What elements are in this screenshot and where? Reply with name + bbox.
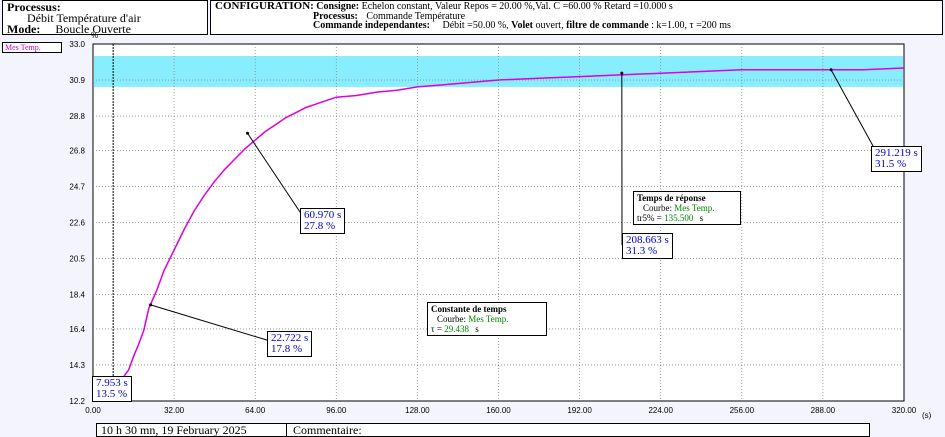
y-axis-label: % bbox=[91, 31, 98, 40]
annotation-point-1: 7.953 s 13.5 % bbox=[92, 376, 132, 402]
annotation-point-5: 291.219 s 31.5 % bbox=[871, 146, 922, 172]
x-tick-label: 192.00 bbox=[567, 406, 592, 415]
annotation-point bbox=[620, 71, 624, 75]
x-tick-label: 320.00 bbox=[892, 406, 917, 415]
annotation-point-3: 60.970 s 27.8 % bbox=[300, 208, 346, 234]
annotation-point bbox=[246, 131, 250, 135]
y-tick-label: 18.4 bbox=[69, 291, 85, 300]
response-time-title: Temps de réponse bbox=[637, 193, 706, 203]
y-tick-label: 22.6 bbox=[69, 219, 85, 228]
y-tick-label: 14.3 bbox=[69, 361, 85, 370]
y-tick-label: 26.8 bbox=[69, 146, 85, 155]
comment-box[interactable]: Commentaire: bbox=[286, 423, 870, 437]
annotation-value: 31.5 % bbox=[875, 158, 907, 170]
tr-unit: s bbox=[699, 213, 704, 223]
annotation-value: 31.3 % bbox=[626, 245, 658, 257]
comment-label: Commentaire: bbox=[293, 423, 362, 437]
annotation-point bbox=[149, 303, 153, 307]
tau-value: 29.438 bbox=[444, 324, 469, 334]
x-tick-label: 32.00 bbox=[164, 406, 185, 415]
courbe-value: Mes Temp. bbox=[674, 203, 715, 213]
tau-unit: s bbox=[475, 324, 479, 334]
x-tick-label: 64.00 bbox=[245, 406, 266, 415]
x-tick-label: 128.00 bbox=[405, 406, 430, 415]
response-time-box: Temps de réponse Courbe: Mes Temp. tr5% … bbox=[633, 191, 741, 225]
annotation-value: 17.8 % bbox=[271, 343, 303, 355]
y-tick-label: 24.7 bbox=[69, 182, 85, 191]
tau-label: τ = bbox=[431, 324, 442, 334]
annotation-point-2: 22.722 s 17.8 % bbox=[267, 331, 313, 357]
datetime-box: 10 h 30 mn, 19 February 2025 bbox=[96, 423, 288, 437]
time-constant-title: Constante de temps bbox=[431, 304, 507, 314]
time-constant-box: Constante de temps Courbe: Mes Temp. τ =… bbox=[427, 302, 547, 336]
x-tick-label: 224.00 bbox=[648, 406, 673, 415]
courbe-value: Mes Temp. bbox=[468, 314, 509, 324]
annotation-value: 13.5 % bbox=[96, 388, 128, 400]
chart-plot: 33.0 30.9 28.8 26.8 24.7 22.6 20.5 18.4 16.4 14.3… bbox=[69, 31, 932, 420]
datetime-text: 10 h 30 mn, 19 February 2025 bbox=[101, 423, 247, 437]
x-tick-label: 160.00 bbox=[486, 406, 511, 415]
y-tick-label: 28.8 bbox=[69, 112, 85, 121]
annotation-value: 27.8 % bbox=[304, 220, 336, 232]
x-tick-label: 96.00 bbox=[326, 406, 347, 415]
x-tick-label: 288.00 bbox=[811, 406, 836, 415]
courbe-label: Courbe: bbox=[437, 314, 466, 324]
annotation-point bbox=[829, 68, 833, 72]
tr-value: 135.500 bbox=[664, 213, 694, 223]
y-tick-label: 20.5 bbox=[69, 255, 85, 264]
x-axis-label: (s) bbox=[922, 411, 932, 420]
tr-label: tr5% = bbox=[637, 213, 662, 223]
y-tick-label: 30.9 bbox=[69, 76, 85, 85]
y-tick-label: 16.4 bbox=[69, 325, 85, 334]
x-tick-label: 256.00 bbox=[730, 406, 755, 415]
y-tick-label: 33.0 bbox=[69, 40, 85, 49]
y-tick-label: 12.2 bbox=[69, 397, 85, 406]
x-tick-label: 0.00 bbox=[85, 406, 101, 415]
annotation-point-4: 208.663 s 31.3 % bbox=[622, 233, 673, 259]
courbe-label: Courbe: bbox=[643, 203, 672, 213]
